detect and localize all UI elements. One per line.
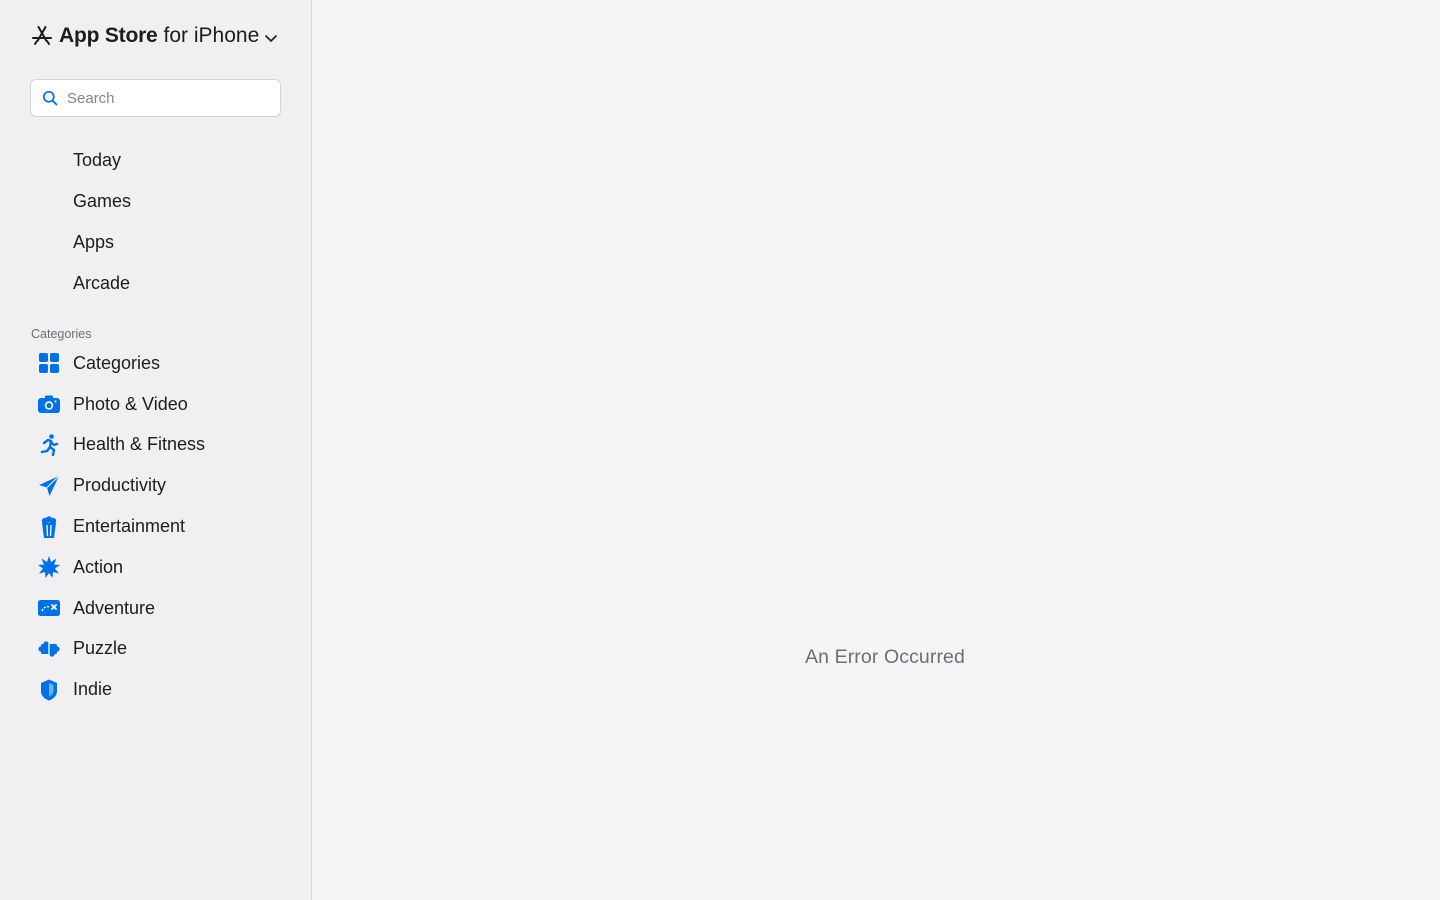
category-label: Categories [73,352,161,373]
sidebar: App Store for iPhone Today Game [0,0,312,900]
category-item-categories[interactable]: Categories [0,343,311,384]
nav-item-label: Arcade [73,273,131,293]
search-icon [42,90,58,106]
category-label: Adventure [73,597,156,618]
category-item-action[interactable]: Action [0,547,311,588]
categories-section-label: Categories [31,327,92,341]
chevron-down-icon [264,31,278,45]
category-label: Photo & Video [73,393,188,414]
brand-subtitle: for iPhone [163,24,260,47]
error-message: An Error Occurred [805,646,965,668]
app-store-icon [30,24,54,48]
nav-item-today[interactable]: Today [0,140,311,181]
popcorn-icon [37,515,61,539]
category-item-health-fitness[interactable]: Health & Fitness [0,425,311,466]
burst-icon [37,555,61,579]
grid-icon [37,351,61,375]
nav-item-label: Apps [73,232,115,252]
category-item-puzzle[interactable]: Puzzle [0,629,311,670]
map-icon [37,596,61,620]
categories-list: Categories Photo & Video Health & Fitnes… [0,343,311,710]
nav-item-apps[interactable]: Apps [0,222,311,263]
search-input[interactable] [67,89,267,107]
category-label: Indie [73,679,113,700]
app-window: App Store for iPhone Today Game [0,0,1440,900]
category-item-photo-video[interactable]: Photo & Video [0,384,311,425]
category-item-entertainment[interactable]: Entertainment [0,506,311,547]
category-label: Action [73,556,124,577]
store-switcher[interactable]: App Store for iPhone [30,22,278,50]
category-label: Entertainment [73,516,186,537]
category-label: Puzzle [73,638,128,659]
primary-nav: Today Games Apps Arcade [0,140,311,304]
nav-item-arcade[interactable]: Arcade [0,263,311,304]
category-label: Health & Fitness [73,434,206,455]
nav-item-games[interactable]: Games [0,181,311,222]
category-item-productivity[interactable]: Productivity [0,465,311,506]
running-figure-icon [37,433,61,457]
nav-item-label: Games [73,191,132,211]
category-label: Productivity [73,475,167,496]
nav-item-label: Today [73,150,122,170]
category-item-adventure[interactable]: Adventure [0,588,311,629]
category-item-indie[interactable]: Indie [0,669,311,710]
shield-icon [37,678,61,702]
brand-title: App Store [59,24,158,47]
main-content: An Error Occurred [312,0,1440,900]
camera-icon [37,392,61,416]
paper-plane-icon [37,474,61,498]
puzzle-piece-icon [37,637,61,661]
search-box[interactable] [30,79,281,117]
